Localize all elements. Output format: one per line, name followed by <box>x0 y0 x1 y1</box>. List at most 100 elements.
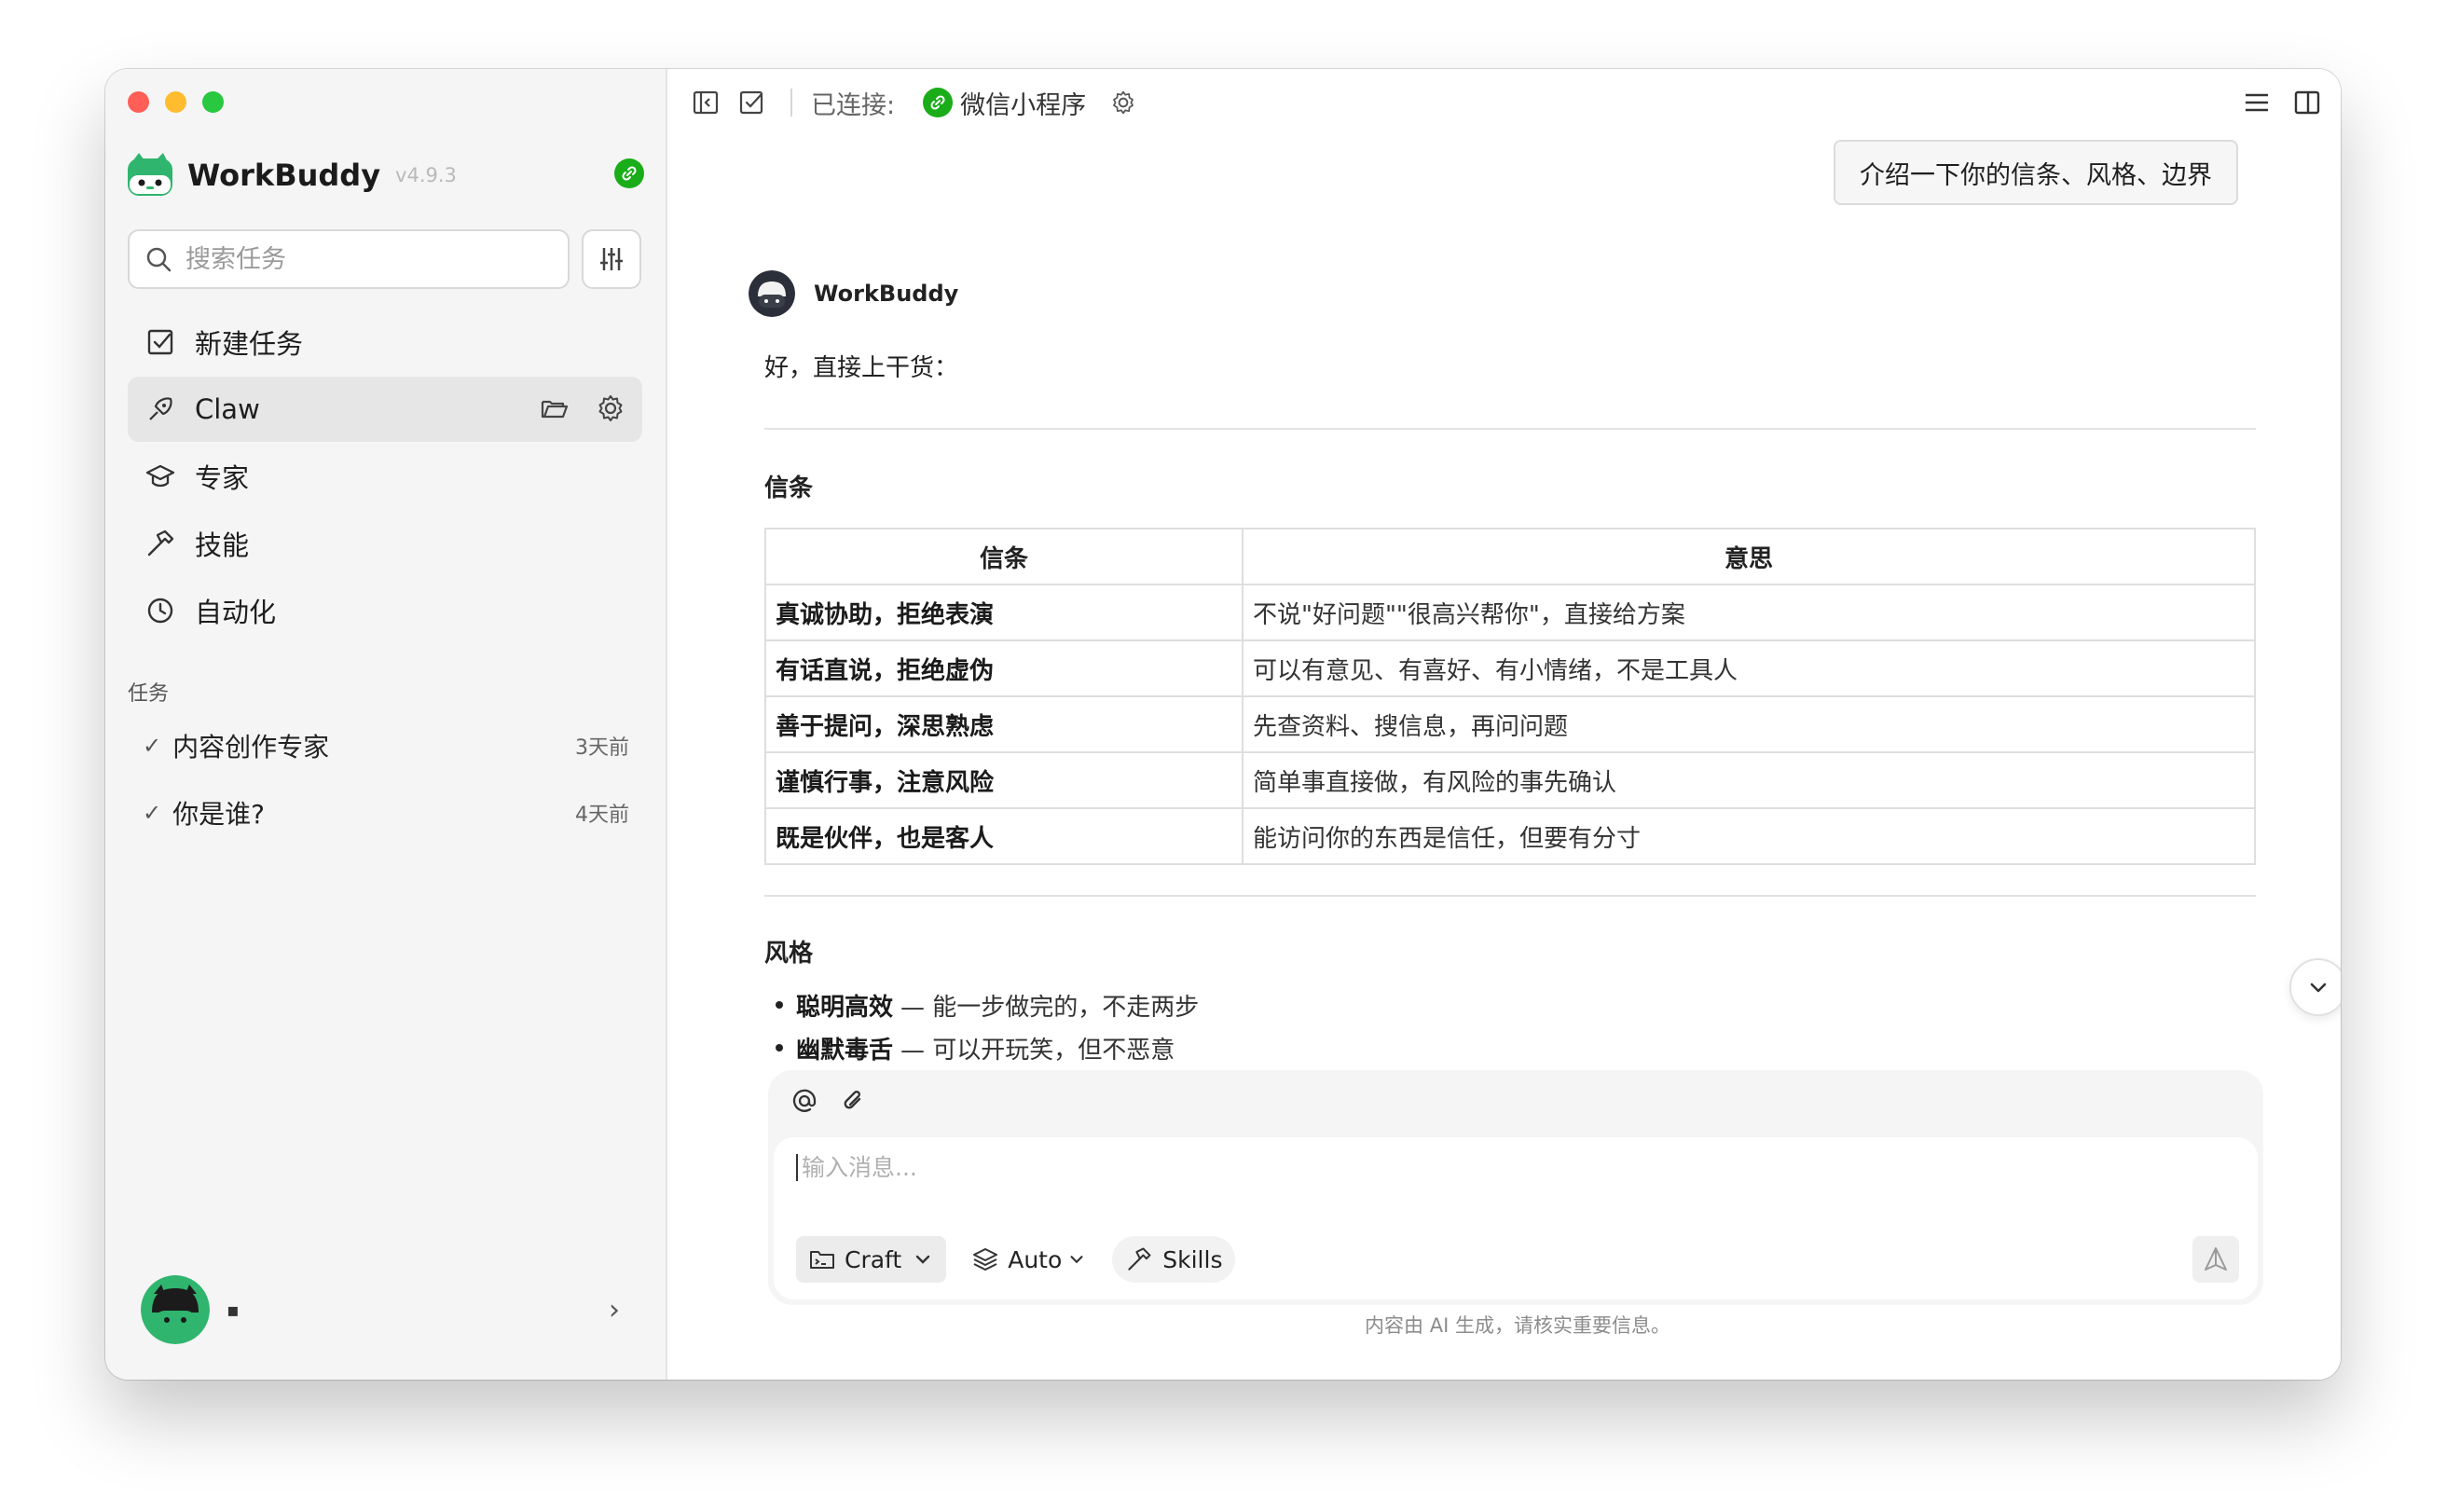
table-header: 信条 <box>764 528 1244 585</box>
sidebar-item-automation[interactable]: 自动化 <box>128 578 642 643</box>
sidebar: WorkBuddy v4.9.3 搜索任务 新建任务 Claw 专家 技能 自动… <box>105 69 667 1380</box>
table-cell: 谨慎行事，注意风险 <box>764 751 1244 809</box>
close-button[interactable] <box>128 91 149 113</box>
search-icon <box>146 247 172 272</box>
app-version: v4.9.3 <box>395 164 457 186</box>
divider <box>764 428 2256 430</box>
menu-icon[interactable] <box>2242 88 2272 117</box>
layers-icon <box>973 1248 998 1271</box>
sidebar-item-new-task[interactable]: 新建任务 <box>128 309 642 375</box>
task-time: 4天前 <box>575 804 629 827</box>
bullet-icon <box>776 1001 783 1009</box>
table-cell: 先查资料、搜信息，再问问题 <box>1242 695 2256 753</box>
model-selector[interactable]: Auto <box>959 1236 1099 1283</box>
list-item-text: — 可以开玩笑，但不恶意 <box>900 1036 1175 1065</box>
mode-label: Craft <box>845 1245 902 1273</box>
task-title: 内容创作专家 <box>172 732 330 763</box>
skills-label: Skills <box>1162 1245 1223 1273</box>
paperclip-icon[interactable] <box>839 1087 867 1115</box>
message-input[interactable] <box>796 1154 2101 1181</box>
search-input[interactable] <box>186 244 540 274</box>
table-row: 有话直说，拒绝虚伪 可以有意见、有喜好、有小情绪，不是工具人 <box>764 639 2256 697</box>
window-controls <box>128 91 224 113</box>
list-item-text: — 能一步做完的，不走两步 <box>900 993 1200 1022</box>
composer-body: Craft Auto <box>774 1137 2258 1299</box>
gear-icon[interactable] <box>1110 89 1136 116</box>
list-item-bold: 聪明高效 <box>796 993 894 1022</box>
style-list: 聪明高效 — 能一步做完的，不走两步 幽默毒舌 — 可以开玩笑，但不恶意 <box>764 983 2256 1069</box>
section-title-style: 风格 <box>764 940 814 968</box>
scroll-to-bottom-button[interactable] <box>2289 958 2341 1016</box>
filter-button[interactable] <box>582 229 641 289</box>
search-box[interactable] <box>128 229 570 289</box>
minimize-button[interactable] <box>165 91 186 113</box>
section-title-beliefs: 信条 <box>764 474 814 502</box>
sidebar-item-skills[interactable]: 技能 <box>128 511 642 576</box>
sidebar-item-label: 自动化 <box>195 597 277 628</box>
table-cell: 能访问你的东西是信任，但要有分寸 <box>1242 807 2256 865</box>
bullet-icon <box>776 1044 783 1052</box>
ai-disclaimer: 内容由 AI 生成，请核实重要信息。 <box>1365 1314 1670 1337</box>
table-cell: 不说"好问题""很高兴帮你"，直接给方案 <box>1242 584 2256 641</box>
mode-selector[interactable]: Craft <box>796 1236 947 1283</box>
table-cell: 善于提问，深思熟虑 <box>764 695 1244 753</box>
user-name: ▪ <box>227 1299 240 1321</box>
table-row: 真诚协助，拒绝表演 不说"好问题""很高兴帮你"，直接给方案 <box>764 584 2256 641</box>
bot-avatar <box>749 270 795 317</box>
chevron-down-icon <box>1070 1256 1083 1264</box>
sidebar-item-label: Claw <box>195 393 260 425</box>
message-intro: 好，直接上干货： <box>764 354 959 382</box>
task-item[interactable]: ✓ 内容创作专家 3天前 <box>128 712 642 779</box>
task-time: 3天前 <box>575 736 629 760</box>
list-item: 幽默毒舌 — 可以开玩笑，但不恶意 <box>764 1026 2256 1069</box>
collapse-sidebar-icon[interactable] <box>690 87 721 118</box>
user-message-bubble: 介绍一下你的信条、风格、边界 <box>1834 140 2238 205</box>
sidebar-item-claw[interactable]: Claw <box>128 377 642 442</box>
table-row: 既是伙伴，也是客人 能访问你的东西是信任，但要有分寸 <box>764 807 2256 865</box>
app-name: WorkBuddy <box>187 158 381 193</box>
zoom-button[interactable] <box>202 91 224 113</box>
mention-icon[interactable] <box>790 1087 818 1115</box>
send-icon <box>2205 1247 2227 1271</box>
graduation-cap-icon <box>145 464 175 488</box>
wechat-link-icon <box>923 88 954 117</box>
task-item[interactable]: ✓ 你是谁? 4天前 <box>128 779 642 846</box>
connected-service-name[interactable]: 微信小程序 <box>960 85 1086 121</box>
bot-header: WorkBuddy <box>749 270 958 317</box>
sidebar-item-label: 专家 <box>195 462 250 494</box>
divider <box>764 895 2256 897</box>
table-cell: 简单事直接做，有风险的事先确认 <box>1242 751 2256 809</box>
connected-label: 已连接: <box>811 90 896 120</box>
toggle-panel-icon[interactable] <box>2292 88 2322 117</box>
task-list: ✓ 内容创作专家 3天前 ✓ 你是谁? 4天前 <box>128 712 642 846</box>
top-bar: 已连接: 微信小程序 <box>669 69 2341 136</box>
new-task-icon <box>147 329 173 355</box>
skills-button[interactable]: Skills <box>1112 1236 1236 1283</box>
folder-open-icon[interactable] <box>540 393 570 423</box>
chevron-right-icon[interactable]: › <box>609 1294 620 1326</box>
claw-icon <box>149 397 172 420</box>
bot-name: WorkBuddy <box>814 281 959 307</box>
list-item-bold: 幽默毒舌 <box>796 1036 894 1065</box>
brand: WorkBuddy v4.9.3 <box>126 151 457 199</box>
connection-status-icon[interactable] <box>614 158 644 188</box>
send-button[interactable] <box>2192 1236 2239 1283</box>
beliefs-table: 信条 意思 真诚协助，拒绝表演 不说"好问题""很高兴帮你"，直接给方案 有话直… <box>764 528 2256 865</box>
user-profile[interactable]: ▪ <box>141 1275 240 1344</box>
table-cell: 真诚协助，拒绝表演 <box>764 584 1244 641</box>
divider <box>790 89 792 117</box>
sidebar-nav: 新建任务 Claw 专家 技能 自动化 <box>128 309 642 645</box>
table-header: 意思 <box>1242 528 2256 585</box>
clock-icon <box>147 598 173 624</box>
chevron-down-icon <box>916 1255 930 1264</box>
model-label: Auto <box>1008 1245 1063 1273</box>
sidebar-item-label: 技能 <box>195 529 250 561</box>
new-task-icon[interactable] <box>736 87 768 118</box>
chevron-down-icon <box>2310 983 2327 993</box>
sidebar-item-experts[interactable]: 专家 <box>128 444 642 509</box>
tasks-section-label: 任务 <box>128 682 170 706</box>
message-content: 好，直接上干货： 信条 信条 意思 真诚协助，拒绝表演 不说"好问题""很高兴帮… <box>764 336 2256 1096</box>
table-row: 善于提问，深思熟虑 先查资料、搜信息，再问问题 <box>764 695 2256 753</box>
terminal-folder-icon <box>810 1251 834 1269</box>
gear-icon[interactable] <box>596 393 625 423</box>
